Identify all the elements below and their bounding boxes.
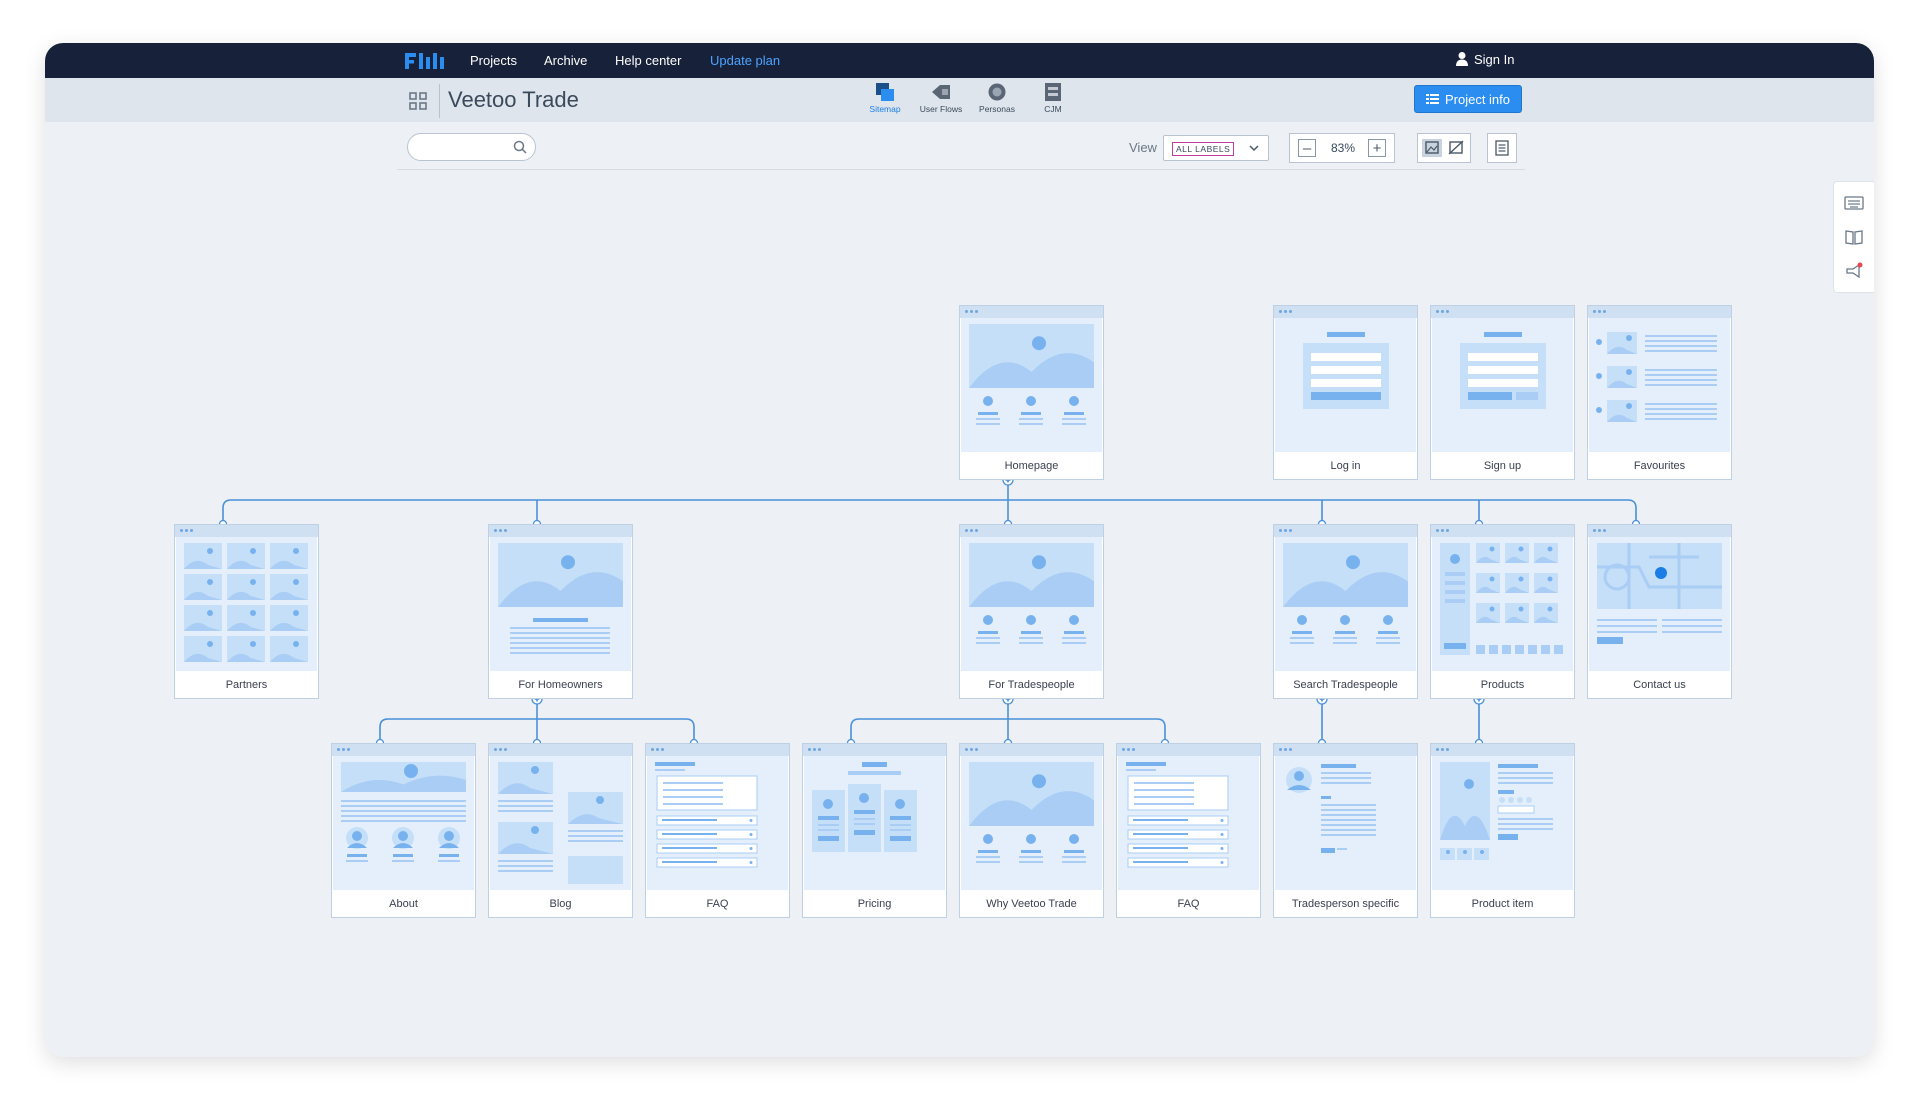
card-menu-icon[interactable] (651, 748, 666, 751)
page-label: Tradesperson specific (1291, 898, 1400, 910)
sitemap-page-card[interactable]: About (331, 743, 476, 918)
app-window: Projects Archive Help center Update plan… (45, 43, 1874, 1057)
sitemap-page-card[interactable]: Why Veetoo Trade (959, 743, 1104, 918)
card-header (1431, 306, 1574, 318)
page-thumbnail (490, 537, 631, 671)
page-label: Products (1480, 679, 1525, 691)
card-header (1274, 744, 1417, 756)
page-thumbnail (1432, 318, 1573, 452)
page-thumbnail (961, 756, 1102, 890)
card-header (175, 525, 318, 537)
page-label: Pricing (857, 898, 892, 910)
page-label: For Homeowners (518, 679, 603, 691)
sitemap-canvas: Homepage Log in Sign up Favourites Partners F… (45, 43, 1874, 1057)
page-thumbnail (1118, 756, 1259, 890)
card-header (960, 744, 1103, 756)
page-thumbnail (1275, 318, 1416, 452)
page-label: Homepage (1004, 460, 1059, 472)
sitemap-page-card[interactable]: FAQ (1116, 743, 1261, 918)
card-menu-icon[interactable] (1436, 748, 1451, 751)
page-thumbnail (1275, 756, 1416, 890)
sitemap-page-card[interactable]: Tradesperson specific (1273, 743, 1418, 918)
page-label: About (389, 898, 418, 910)
sitemap-page-card[interactable]: Partners (174, 524, 319, 699)
page-thumbnail (647, 756, 788, 890)
page-thumbnail (961, 537, 1102, 671)
page-label: Blog (549, 898, 572, 910)
page-label: Sign up (1483, 460, 1522, 472)
page-label: FAQ (706, 898, 729, 910)
sitemap-page-card[interactable]: Favourites (1587, 305, 1732, 480)
card-menu-icon[interactable] (494, 529, 509, 532)
card-header (1588, 525, 1731, 537)
card-menu-icon[interactable] (1436, 310, 1451, 313)
sitemap-page-card[interactable]: For Tradespeople (959, 524, 1104, 699)
card-menu-icon[interactable] (965, 748, 980, 751)
card-header (960, 525, 1103, 537)
card-menu-icon[interactable] (337, 748, 352, 751)
card-header (646, 744, 789, 756)
page-label: Partners (225, 679, 268, 691)
sitemap-page-card[interactable]: Homepage (959, 305, 1104, 480)
sitemap-page-card[interactable]: FAQ (645, 743, 790, 918)
card-menu-icon[interactable] (494, 748, 509, 751)
page-thumbnail (1589, 537, 1730, 671)
card-menu-icon[interactable] (1593, 529, 1608, 532)
sitemap-page-card[interactable]: Log in (1273, 305, 1418, 480)
sitemap-page-card[interactable]: Contact us (1587, 524, 1732, 699)
page-thumbnail (1432, 537, 1573, 671)
card-header (489, 744, 632, 756)
sitemap-page-card[interactable]: Product item (1430, 743, 1575, 918)
card-menu-icon[interactable] (1279, 529, 1294, 532)
page-label: Log in (1330, 460, 1361, 472)
card-header (803, 744, 946, 756)
page-thumbnail (1432, 756, 1573, 890)
page-label: Why Veetoo Trade (986, 898, 1077, 910)
card-header (1274, 525, 1417, 537)
card-header (1588, 306, 1731, 318)
page-thumbnail (490, 756, 631, 890)
page-label: FAQ (1177, 898, 1200, 910)
sitemap-page-card[interactable]: Search Tradespeople (1273, 524, 1418, 699)
page-thumbnail (333, 756, 474, 890)
card-menu-icon[interactable] (1436, 529, 1451, 532)
card-menu-icon[interactable] (965, 310, 980, 313)
card-menu-icon[interactable] (808, 748, 823, 751)
page-label: For Tradespeople (988, 679, 1075, 691)
page-thumbnail (1589, 318, 1730, 452)
card-menu-icon[interactable] (965, 529, 980, 532)
card-header (1117, 744, 1260, 756)
card-menu-icon[interactable] (1122, 748, 1137, 751)
card-header (332, 744, 475, 756)
page-thumbnail (804, 756, 945, 890)
card-header (960, 306, 1103, 318)
sitemap-page-card[interactable]: For Homeowners (488, 524, 633, 699)
card-header (489, 525, 632, 537)
card-menu-icon[interactable] (1279, 748, 1294, 751)
sitemap-page-card[interactable]: Pricing (802, 743, 947, 918)
sitemap-page-card[interactable]: Blog (488, 743, 633, 918)
page-label: Contact us (1633, 679, 1686, 691)
card-header (1431, 744, 1574, 756)
page-label: Search Tradespeople (1293, 679, 1398, 691)
sitemap-page-card[interactable]: Sign up (1430, 305, 1575, 480)
page-label: Favourites (1633, 460, 1686, 472)
page-thumbnail (1275, 537, 1416, 671)
page-label: Product item (1471, 898, 1534, 910)
card-header (1431, 525, 1574, 537)
page-thumbnail (961, 318, 1102, 452)
card-header (1274, 306, 1417, 318)
page-thumbnail (176, 537, 317, 671)
sitemap-page-card[interactable]: Products (1430, 524, 1575, 699)
card-menu-icon[interactable] (1593, 310, 1608, 313)
card-menu-icon[interactable] (1279, 310, 1294, 313)
card-menu-icon[interactable] (180, 529, 195, 532)
